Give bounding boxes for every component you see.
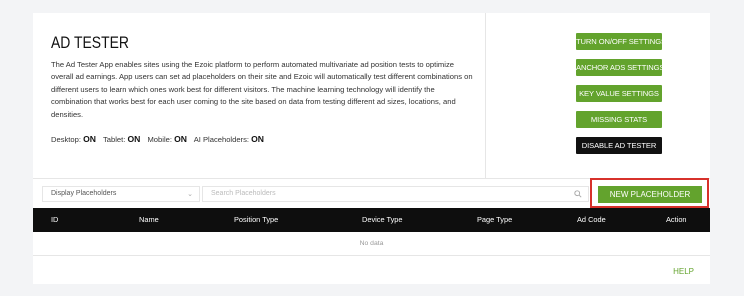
tablet-status: ON [127,134,141,144]
tablet-label: Tablet: [102,135,126,144]
column-header-id: ID [51,215,59,224]
ad-tester-card: AD TESTER The Ad Tester App enables site… [33,13,710,284]
turn-onoff-settings-button[interactable]: TURN ON/OFF SETTINGS [576,33,666,50]
top-section: AD TESTER The Ad Tester App enables site… [33,13,710,178]
select-value: Display Placeholders [51,190,117,197]
desktop-label: Desktop: [51,135,81,144]
app-description: The Ad Tester App enables sites using th… [51,60,473,119]
chevron-down-icon: ⌄ [187,191,193,198]
settings-panel: TURN ON/OFF SETTINGS ANCHOR ADS SETTINGS… [486,13,710,178]
device-status-row: Desktop: ON Tablet: ON Mobile: ON AI Pla… [51,134,264,144]
column-header-ad-code: Ad Code [577,215,606,224]
column-header-page-type: Page Type [477,215,513,224]
mobile-label: Mobile: [147,135,172,144]
column-header-device-type: Device Type [362,215,403,224]
search-placeholder: Search Placeholders [211,190,276,197]
missing-stats-button[interactable]: MISSING STATS [576,111,662,128]
ai-placeholders-label: AI Placeholders: [193,135,249,144]
new-placeholder-button[interactable]: NEW PLACEHOLDER [598,186,702,203]
column-header-action: Action [666,215,687,224]
anchor-ads-settings-button[interactable]: ANCHOR ADS SETTINGS [576,59,665,76]
placeholder-type-select[interactable]: Display Placeholders ⌄ [42,186,200,202]
empty-table-message: No data [33,232,710,256]
search-icon [574,190,582,198]
desktop-status: ON [83,134,96,144]
table-header: ID Name Position Type Device Type Page T… [33,208,710,232]
help-link[interactable]: HELP [673,267,694,276]
search-input[interactable]: Search Placeholders [202,186,589,202]
page-title: AD TESTER [51,33,129,52]
column-header-position-type: Position Type [234,215,279,224]
disable-ad-tester-button[interactable]: DISABLE AD TESTER [576,137,662,154]
info-panel: AD TESTER The Ad Tester App enables site… [33,13,485,178]
mobile-status: ON [174,134,187,144]
ai-placeholders-status: ON [251,134,264,144]
column-header-name: Name [139,215,159,224]
key-value-settings-button[interactable]: KEY VALUE SETTINGS [576,85,662,102]
